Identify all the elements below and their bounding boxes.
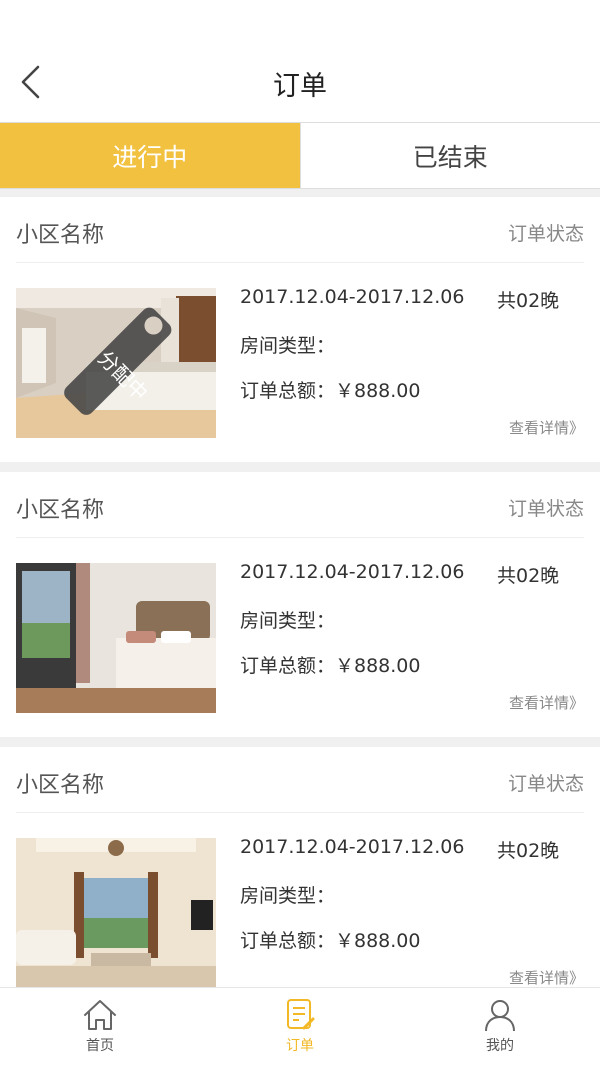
nav-me[interactable]: 我的 bbox=[400, 988, 600, 1067]
nav-home-label: 首页 bbox=[86, 1038, 114, 1054]
card-header: 小区名称 订单状态 bbox=[16, 747, 584, 813]
view-details-link[interactable]: 查看详情》 bbox=[509, 692, 584, 713]
order-status: 订单状态 bbox=[507, 773, 584, 795]
nav-orders-label: 订单 bbox=[286, 1038, 314, 1054]
tab-in-progress[interactable]: 进行中 bbox=[0, 123, 300, 188]
community-name: 小区名称 bbox=[16, 773, 105, 798]
status-bar bbox=[0, 0, 600, 42]
card-header: 小区名称 订单状态 bbox=[16, 472, 584, 538]
order-total: 订单总额：￥888.00 bbox=[240, 930, 421, 952]
order-status: 订单状态 bbox=[507, 498, 584, 520]
bottom-nav: 首页 订单 我的 bbox=[0, 987, 600, 1067]
view-details-link[interactable]: 查看详情》 bbox=[509, 967, 584, 988]
user-icon bbox=[485, 1000, 515, 1032]
room-thumbnail bbox=[16, 563, 216, 713]
room-type: 房间类型： bbox=[240, 610, 336, 632]
order-card[interactable]: 小区名称 订单状态 分配中 2017.12.04-2017.12.06 共02晚… bbox=[0, 197, 600, 462]
date-range: 2017.12.04-2017.12.06 bbox=[240, 286, 465, 308]
order-total: 订单总额：￥888.00 bbox=[240, 380, 421, 402]
tab-finished[interactable]: 已结束 bbox=[299, 123, 600, 188]
nav-orders[interactable]: 订单 bbox=[200, 988, 400, 1067]
home-icon bbox=[84, 1000, 116, 1030]
community-name: 小区名称 bbox=[16, 498, 105, 523]
view-details-link[interactable]: 查看详情》 bbox=[509, 417, 584, 438]
room-type: 房间类型： bbox=[240, 885, 336, 907]
page-title: 订单 bbox=[273, 71, 327, 102]
order-total: 订单总额：￥888.00 bbox=[240, 655, 421, 677]
community-name: 小区名称 bbox=[16, 223, 105, 248]
nav-bar: 订单 bbox=[0, 42, 600, 122]
card-header: 小区名称 订单状态 bbox=[16, 197, 584, 263]
nav-home[interactable]: 首页 bbox=[0, 988, 200, 1067]
nights-count: 共02晚 bbox=[497, 840, 560, 862]
order-tabs: 进行中 已结束 bbox=[0, 122, 600, 189]
order-card[interactable]: 小区名称 订单状态 2017.12.04-2017.12.06 共02晚 房间类… bbox=[0, 472, 600, 737]
date-range: 2017.12.04-2017.12.06 bbox=[240, 836, 465, 858]
nights-count: 共02晚 bbox=[497, 290, 560, 312]
room-type: 房间类型： bbox=[240, 335, 336, 357]
order-status: 订单状态 bbox=[507, 223, 584, 245]
date-range: 2017.12.04-2017.12.06 bbox=[240, 561, 465, 583]
order-card[interactable]: 小区名称 订单状态 2017.12.04-2017.12.06 共02晚 房间类… bbox=[0, 747, 600, 1012]
nights-count: 共02晚 bbox=[497, 565, 560, 587]
room-thumbnail bbox=[16, 838, 216, 988]
room-thumbnail: 分配中 bbox=[16, 288, 216, 438]
order-icon bbox=[287, 999, 315, 1030]
nav-me-label: 我的 bbox=[486, 1038, 514, 1054]
